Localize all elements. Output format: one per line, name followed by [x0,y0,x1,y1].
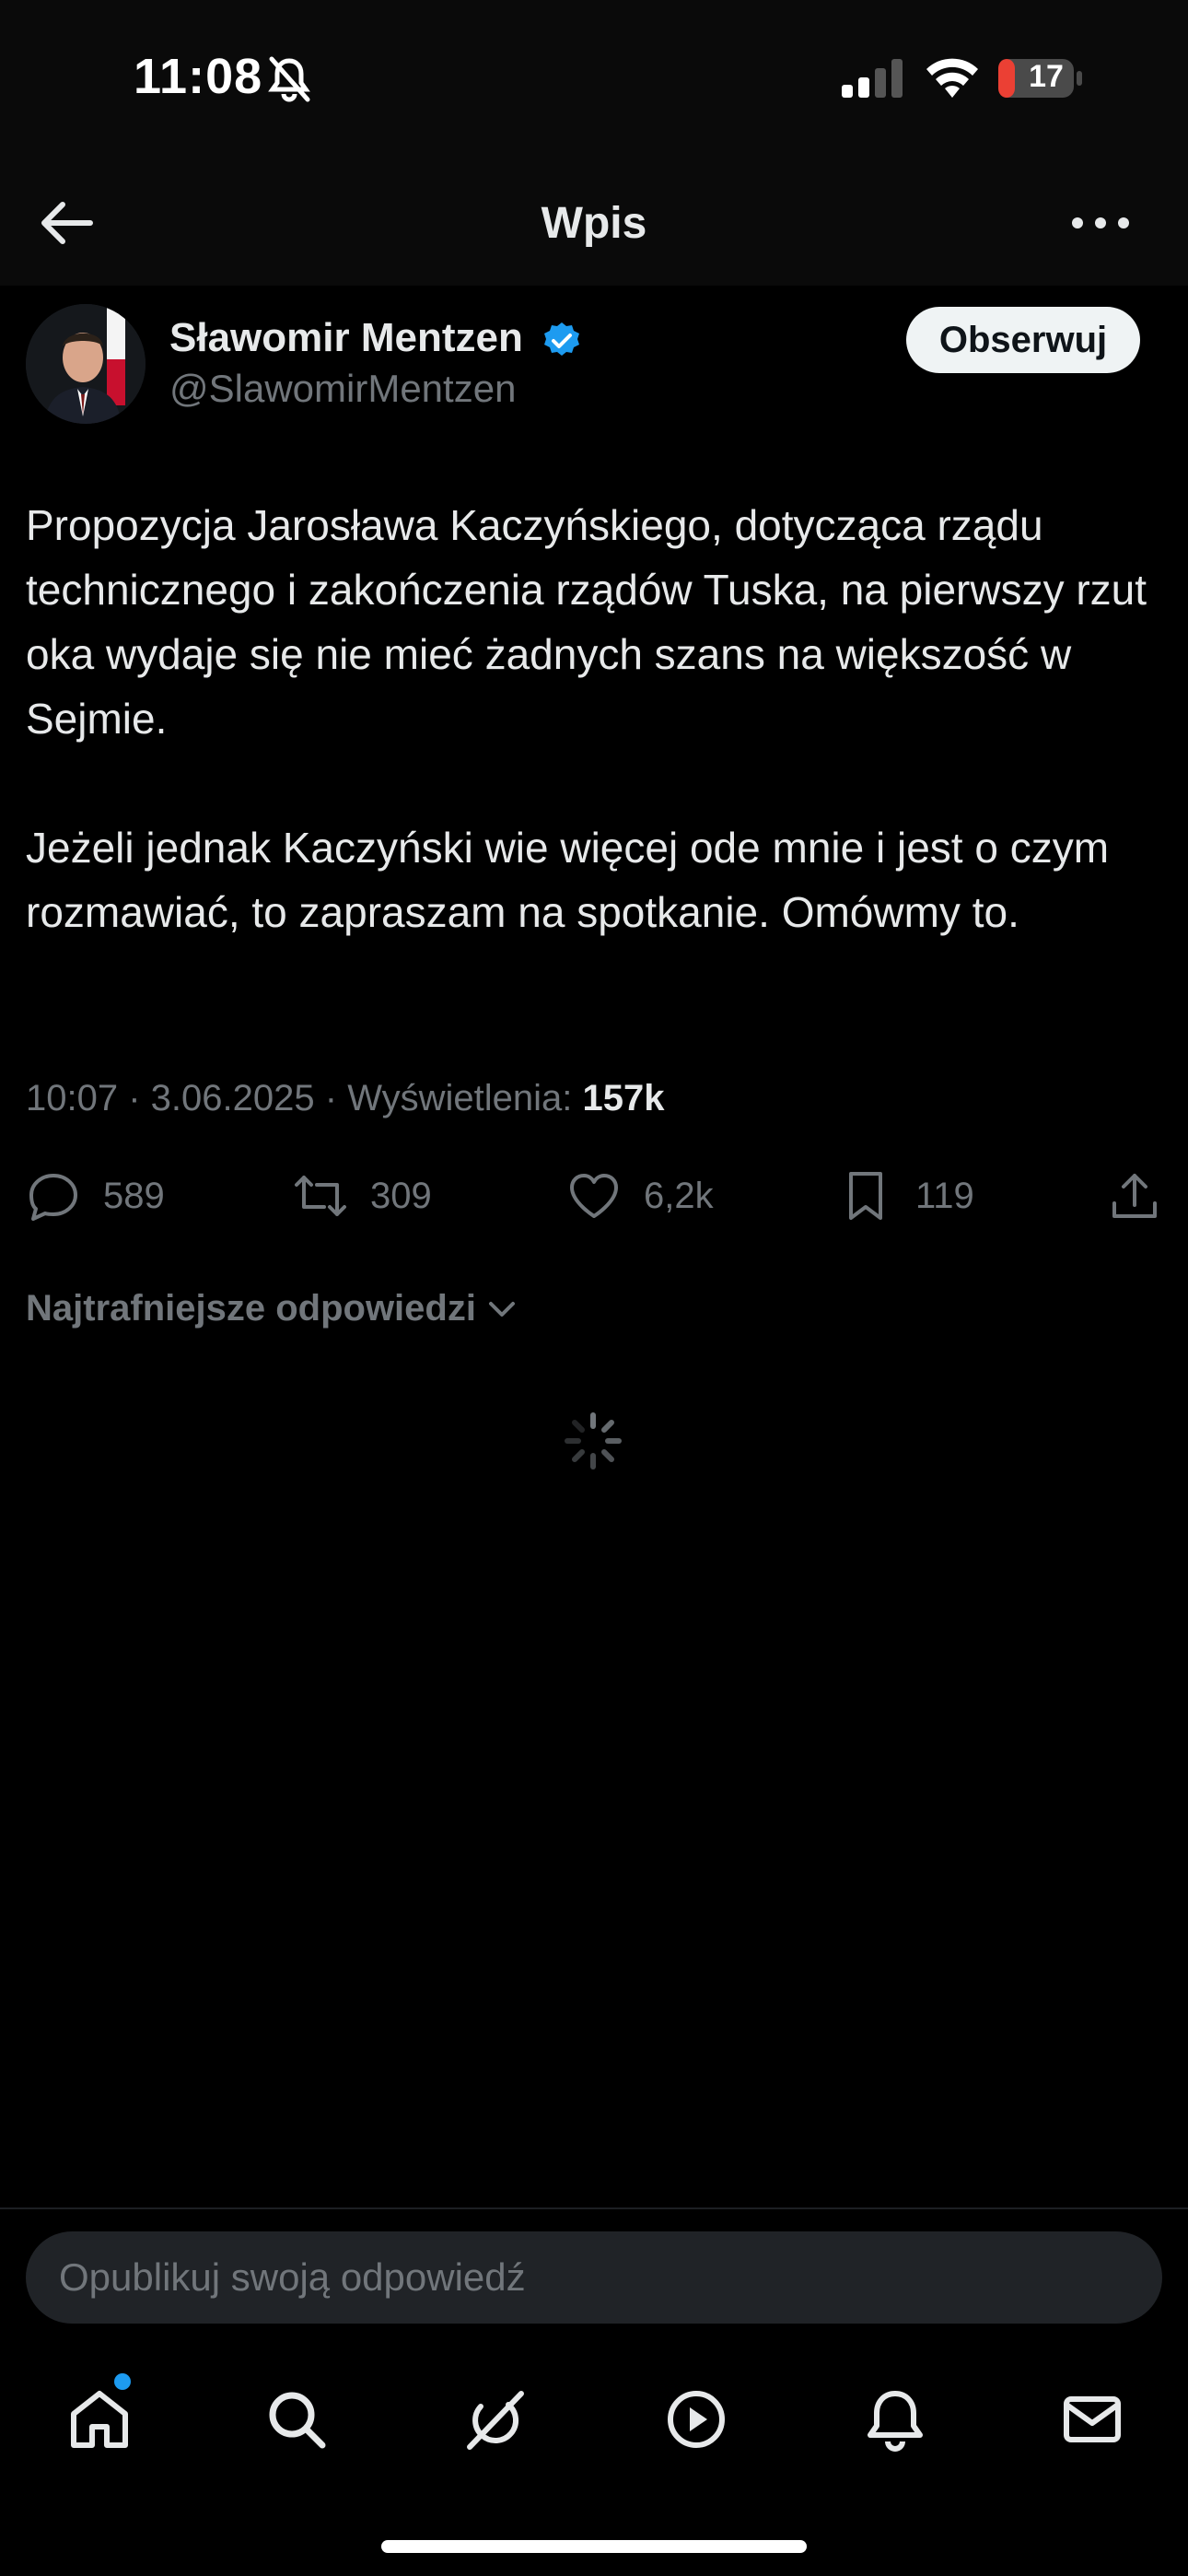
grok-icon[interactable] [462,2386,529,2453]
verified-badge-icon [544,322,579,356]
home-icon[interactable] [66,2386,133,2453]
more-options-icon[interactable] [1068,205,1133,241]
author-handle[interactable]: @SlawomirMentzen [169,367,516,411]
tweet-text-paragraph: Jeżeli jednak Kaczyński wie więcej ode m… [26,824,1110,936]
reply-button[interactable]: 589 [26,1159,165,1233]
retweet-count: 309 [370,1175,432,1216]
replies-sort-dropdown[interactable]: Najtrafniejsze odpowiedzi [26,1288,518,1329]
like-button[interactable]: 6,2k [566,1159,714,1233]
meta-separator: · [324,1078,348,1118]
tweet-time[interactable]: 10:07 [26,1078,118,1118]
chevron-down-icon [488,1301,515,1317]
battery-percentage: 17 [1029,59,1064,94]
bookmark-button[interactable]: 119 [838,1159,974,1233]
search-icon[interactable] [263,2386,330,2453]
page-title: Wpis [541,199,647,248]
reply-icon [29,1174,77,1221]
replies-sort-label: Najtrafniejsze odpowiedzi [26,1288,476,1329]
bookmark-count: 119 [915,1175,974,1216]
retweet-button[interactable]: 309 [293,1159,432,1233]
reply-count: 589 [103,1175,165,1216]
follow-button[interactable]: Obserwuj [906,307,1140,373]
views-count[interactable]: 157k [582,1078,664,1118]
tweet-text-paragraph: Propozycja Jarosława Kaczyńskiego, dotyc… [26,501,1147,743]
like-count: 6,2k [644,1175,714,1216]
author-name[interactable]: Sławomir Mentzen [169,315,523,361]
retweet-icon [295,1176,346,1216]
bell-icon[interactable] [862,2386,928,2453]
bookmark-icon [849,1172,882,1220]
tweet-date[interactable]: 3.06.2025 [151,1078,315,1118]
heart-icon [570,1174,618,1218]
signal-icon [842,59,903,98]
bell-off-icon [268,56,310,102]
wifi-icon [926,58,978,98]
share-icon [1112,1174,1157,1218]
reply-input[interactable]: Opublikuj swoją odpowiedź [26,2231,1162,2324]
mail-icon[interactable] [1059,2386,1125,2453]
video-play-icon[interactable] [663,2386,729,2453]
home-notification-dot [114,2373,131,2390]
avatar-image [26,304,146,424]
divider [0,2207,1188,2209]
views-label: Wyświetlenia: [347,1078,573,1118]
status-time: 11:08 [134,49,263,104]
tweet-meta: 10:07 · 3.06.2025 · Wyświetlenia: 157k [26,1078,664,1119]
share-button[interactable] [1107,1159,1162,1233]
avatar[interactable] [26,304,146,424]
home-indicator[interactable] [381,2540,807,2553]
loading-spinner-icon [565,1412,622,1469]
meta-separator: · [128,1078,151,1118]
